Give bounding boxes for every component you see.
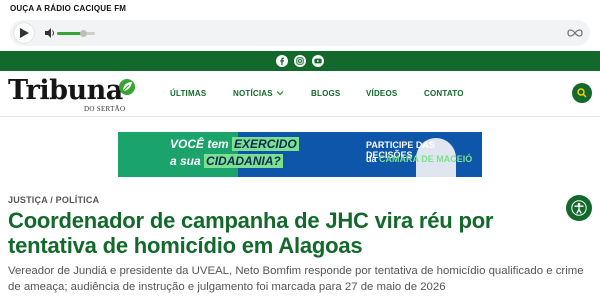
play-button[interactable] xyxy=(14,23,34,43)
volume-icon[interactable] xyxy=(45,28,55,38)
chevron-down-icon[interactable] xyxy=(276,89,284,97)
nav-noticias[interactable]: NOTÍCIAS xyxy=(233,89,273,98)
radio-title: OUÇA A RÁDIO CACIQUE FM xyxy=(10,4,127,13)
logo-subtitle: DO SERTÃO xyxy=(84,105,126,113)
ad-banner-right-line2: da CÂMARA DE MACEIÓ xyxy=(366,154,473,164)
article-category[interactable]: JUSTIÇA / POLÍTICA xyxy=(8,195,99,205)
ad-banner-line1: VOCÊ tem EXERCIDO xyxy=(170,137,299,151)
accessibility-icon xyxy=(571,200,587,216)
article-summary: Vereador de Jundiá e presidente da UVEAL… xyxy=(8,265,584,293)
ad-banner-line2: a sua CIDADANIA? xyxy=(170,154,283,168)
nav-blogs[interactable]: BLOGS xyxy=(311,89,340,98)
facebook-icon[interactable] xyxy=(276,55,288,67)
article-headline: Coordenador de campanha de JHC vira réu … xyxy=(8,208,494,258)
youtube-icon[interactable] xyxy=(312,55,324,67)
site-logo[interactable]: Tribuna DO SERTÃO xyxy=(8,75,138,115)
leaf-icon xyxy=(119,79,135,95)
radio-bar: OUÇA A RÁDIO CACIQUE FM xyxy=(0,0,600,50)
social-bar xyxy=(0,51,600,71)
audio-player xyxy=(10,20,590,46)
accessibility-button[interactable] xyxy=(566,195,592,221)
play-icon xyxy=(20,28,29,38)
volume-slider-handle[interactable] xyxy=(80,30,88,37)
instagram-icon[interactable] xyxy=(294,55,306,67)
volume-slider[interactable] xyxy=(57,30,95,37)
loop-icon[interactable] xyxy=(566,27,584,39)
search-icon xyxy=(577,88,587,98)
search-button[interactable] xyxy=(572,83,592,103)
main-navbar: Tribuna DO SERTÃO ÚLTIMAS NOTÍCIAS BLOGS… xyxy=(0,71,600,117)
nav-contato[interactable]: CONTATO xyxy=(424,89,464,98)
logo-name: Tribuna xyxy=(8,75,123,106)
ad-banner[interactable]: VOCÊ tem EXERCIDO a sua CIDADANIA? PARTI… xyxy=(118,132,482,177)
nav-videos[interactable]: VÍDEOS xyxy=(366,89,397,98)
nav-ultimas[interactable]: ÚLTIMAS xyxy=(170,89,206,98)
